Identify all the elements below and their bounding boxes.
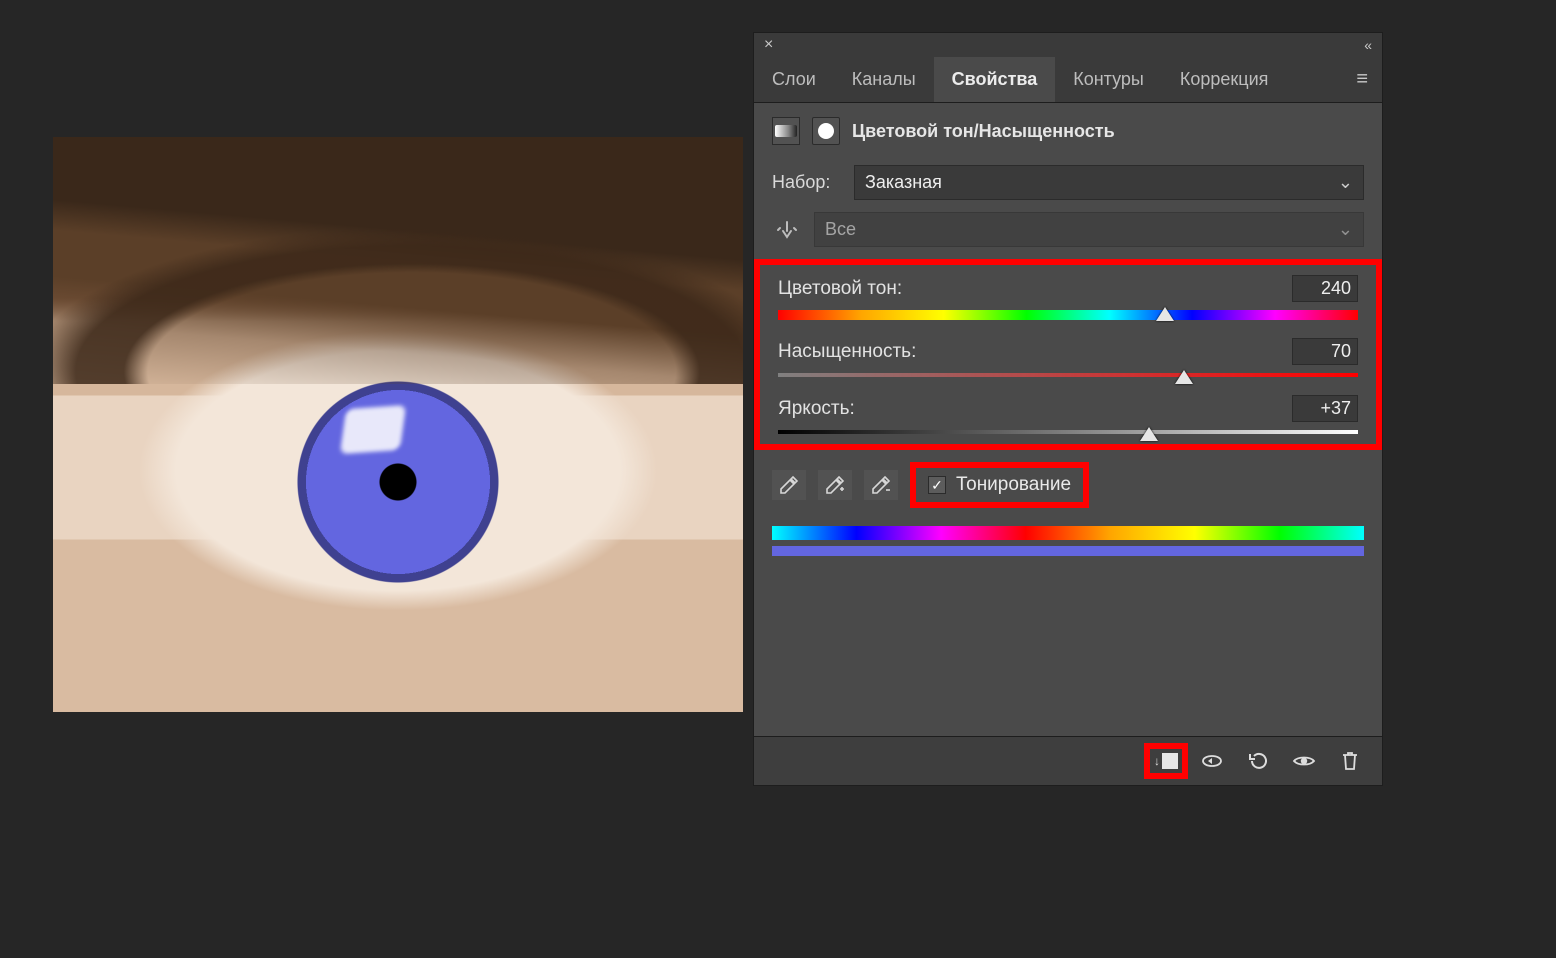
panel-footer: ↓ [754, 736, 1382, 785]
close-icon[interactable]: × [764, 36, 773, 54]
lightness-label: Яркость: [778, 398, 855, 420]
adjustment-title: Цветовой тон/Насыщенность [852, 121, 1115, 142]
color-range-select: Все ⌄ [814, 212, 1364, 247]
document-canvas[interactable] [53, 137, 743, 712]
tab-correction[interactable]: Коррекция [1162, 57, 1287, 102]
colorize-highlight: ✓ Тонирование [910, 462, 1089, 508]
chevron-down-icon: ⌄ [1338, 172, 1353, 193]
preset-label: Набор: [772, 172, 842, 193]
preset-row: Набор: Заказная ⌄ [772, 165, 1364, 200]
hue-label: Цветовой тон: [778, 278, 902, 300]
hue-thumb[interactable] [1156, 307, 1174, 321]
saturation-slider[interactable] [778, 373, 1358, 377]
image-preview [53, 137, 743, 712]
range-row: Все ⌄ [772, 212, 1364, 247]
preset-select[interactable]: Заказная ⌄ [854, 165, 1364, 200]
lightness-value-input[interactable] [1292, 395, 1358, 422]
clip-square-icon [1162, 753, 1178, 769]
spectrum-output-bar [772, 546, 1364, 556]
eyedropper-subtract-icon[interactable] [864, 470, 898, 500]
panel-tabs: Слои Каналы Свойства Контуры Коррекция ≡ [754, 57, 1382, 103]
panel-menu-icon[interactable]: ≡ [1342, 68, 1382, 91]
saturation-slider-block: Насыщенность: [778, 338, 1358, 377]
hue-slider[interactable] [778, 310, 1358, 320]
lightness-thumb[interactable] [1140, 427, 1158, 441]
range-value: Все [825, 219, 856, 240]
properties-panel: × « Слои Каналы Свойства Контуры Коррекц… [753, 32, 1383, 786]
mask-icon[interactable] [812, 117, 840, 145]
saturation-thumb[interactable] [1175, 370, 1193, 384]
hue-value-input[interactable] [1292, 275, 1358, 302]
visibility-button[interactable] [1282, 743, 1326, 779]
eyedropper-icon[interactable] [772, 470, 806, 500]
hue-saturation-icon [772, 117, 800, 145]
colorize-checkbox[interactable]: ✓ [928, 476, 946, 494]
tab-layers[interactable]: Слои [754, 57, 834, 102]
tab-channels[interactable]: Каналы [834, 57, 934, 102]
saturation-label: Насыщенность: [778, 341, 916, 363]
spectrum-input-bar [772, 526, 1364, 540]
preset-value: Заказная [865, 172, 942, 193]
lightness-slider[interactable] [778, 430, 1358, 434]
scrubby-hand-icon[interactable] [772, 217, 802, 243]
colorize-label: Тонирование [956, 474, 1071, 496]
panel-body: Цветовой тон/Насыщенность Набор: Заказна… [754, 103, 1382, 736]
view-previous-state-button[interactable] [1190, 743, 1234, 779]
adjustment-header: Цветовой тон/Насыщенность [772, 117, 1364, 145]
clip-arrow-icon: ↓ [1154, 754, 1160, 768]
collapse-icon[interactable]: « [1364, 37, 1372, 53]
clip-to-layer-button[interactable]: ↓ [1144, 743, 1188, 779]
reset-button[interactable] [1236, 743, 1280, 779]
saturation-value-input[interactable] [1292, 338, 1358, 365]
eyedropper-row: ✓ Тонирование [772, 462, 1364, 508]
sliders-highlight: Цветовой тон: Насыщенность: Яркост [754, 259, 1382, 450]
tab-properties[interactable]: Свойства [934, 57, 1056, 102]
eyedropper-add-icon[interactable] [818, 470, 852, 500]
chevron-down-icon: ⌄ [1338, 219, 1353, 240]
delete-button[interactable] [1328, 743, 1372, 779]
lightness-slider-block: Яркость: [778, 395, 1358, 434]
hue-slider-block: Цветовой тон: [778, 275, 1358, 320]
tab-paths[interactable]: Контуры [1055, 57, 1162, 102]
panel-titlebar: × « [754, 33, 1382, 57]
